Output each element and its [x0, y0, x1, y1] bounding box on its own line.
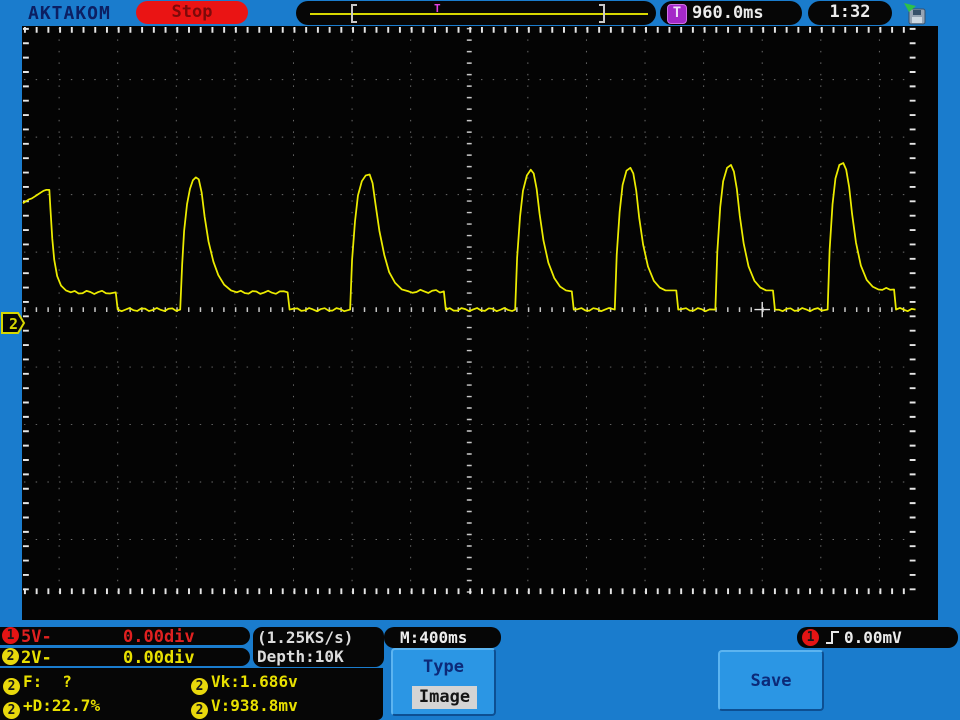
- brand-logo: AKTAKOM: [28, 3, 111, 24]
- trigger-time-value: 960.0ms: [692, 3, 764, 23]
- measurement-value: 938.8mv: [230, 696, 298, 715]
- waveform-graticule: [22, 26, 916, 595]
- measurement-value: 1.686v: [239, 672, 298, 691]
- record-depth: Depth:10K: [257, 647, 344, 666]
- measurement-channel-badge: 2: [3, 702, 20, 719]
- measurement-channel-badge: 2: [191, 678, 208, 695]
- channel1-scale-bar: 1 5V- 0.00div: [0, 627, 250, 647]
- usb-save-icon: [904, 3, 926, 25]
- measurement-label: Vk:: [211, 672, 240, 691]
- measurement-vk: 2 Vk:1.686v: [191, 671, 383, 695]
- acquisition-info-box: (1.25KS/s) Depth:10K: [253, 627, 384, 667]
- channel2-position-marker: 2: [1, 312, 26, 334]
- trigger-position-marker: T: [434, 2, 441, 15]
- timebase-readout: M:400ms: [384, 627, 501, 648]
- channel2-scale-label: 2V-: [21, 648, 52, 668]
- type-menu-panel[interactable]: Type Image: [391, 648, 496, 716]
- measurement-duty: 2 +D:22.7%: [3, 695, 191, 719]
- rising-edge-icon: [826, 631, 839, 644]
- measurement-voltage: 2 V:938.8mv: [191, 695, 383, 719]
- measurement-value: ?: [62, 672, 72, 691]
- channel2-position-value: 0.00div: [123, 648, 195, 668]
- channel2-scale-bar: 2 2V- 0.00div: [0, 648, 250, 668]
- type-image-option[interactable]: Image: [412, 686, 477, 709]
- measurement-panel: 2 F:? 2 Vk:1.686v 2 +D:22.7% 2 V:938.8mv: [0, 668, 383, 720]
- measurement-label: V:: [211, 696, 231, 715]
- channel1-position-value: 0.00div: [123, 627, 195, 647]
- measurement-channel-badge: 2: [3, 678, 20, 695]
- scope-display: [22, 26, 938, 620]
- channel1-badge: 1: [2, 627, 19, 644]
- trigger-time-readout: T 960.0ms: [660, 1, 802, 25]
- clock: 1:32: [808, 1, 892, 25]
- measurement-label: F:: [23, 672, 43, 691]
- measurement-label: +D:: [23, 696, 52, 715]
- trigger-source-badge: 1: [802, 629, 819, 646]
- measurement-frequency: 2 F:?: [3, 671, 191, 695]
- save-button[interactable]: Save: [718, 650, 824, 711]
- type-menu-label: Type: [423, 657, 464, 677]
- run-state-indicator: Stop: [136, 1, 248, 24]
- measurement-value: 22.7%: [51, 696, 101, 715]
- channel1-scale-label: 5V-: [21, 627, 52, 647]
- channel2-badge: 2: [2, 648, 19, 665]
- sample-rate: (1.25KS/s): [257, 628, 354, 647]
- record-position-bar: T: [296, 1, 656, 25]
- trigger-time-badge: T: [667, 4, 687, 24]
- channel2-marker-label: 2: [9, 315, 18, 333]
- trigger-level-readout: 1 0.00mV: [797, 627, 958, 648]
- record-position-graphic: T: [310, 2, 648, 23]
- trigger-level-value: 0.00mV: [844, 628, 902, 647]
- measurement-channel-badge: 2: [191, 702, 208, 719]
